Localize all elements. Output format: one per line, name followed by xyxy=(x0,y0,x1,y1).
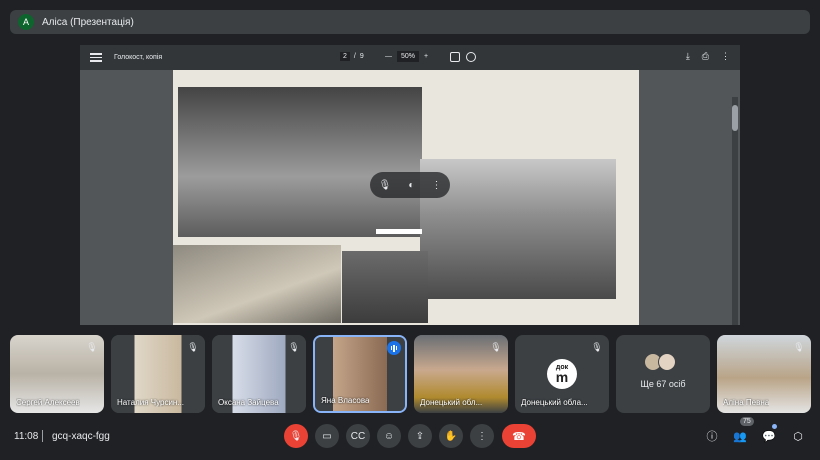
participant-tile[interactable]: 🎙 Сергей Алексеев xyxy=(10,335,104,413)
fit-page-icon[interactable] xyxy=(450,52,460,62)
mic-off-icon[interactable]: 🎙 xyxy=(379,180,392,191)
audio-icon[interactable]: ◐ xyxy=(408,180,414,191)
participant-tile-active-speaker[interactable]: Яна Власова xyxy=(313,335,407,413)
page-total: 9 xyxy=(359,53,364,60)
participant-name: Донецький обл... xyxy=(420,398,483,407)
participant-tile[interactable]: 🎙 Наталия Чурсин... xyxy=(111,335,205,413)
meeting-code: gcq-xaqc-fgg xyxy=(52,431,110,442)
participants-count: 75 xyxy=(740,417,754,426)
photo-railway xyxy=(173,245,341,323)
pdf-scroll-thumb[interactable] xyxy=(732,105,738,131)
rotate-icon[interactable] xyxy=(466,52,476,62)
captions-button[interactable]: CC xyxy=(346,424,370,448)
divider xyxy=(42,430,43,442)
mic-off-icon: 🎙 xyxy=(591,342,603,352)
menu-icon[interactable] xyxy=(90,53,102,62)
page-separator: / xyxy=(353,53,356,60)
participant-name: Аліна Певна xyxy=(723,398,770,407)
participant-name: Оксана Зайцева xyxy=(218,398,279,407)
tile-overlay-controls: 🎙 ◐ ⋮ xyxy=(370,172,450,198)
clock: 11:08 xyxy=(14,431,39,442)
present-button[interactable]: ⇪ xyxy=(408,424,432,448)
camera-toggle-button[interactable]: ▭ xyxy=(315,424,339,448)
more-participants-tile[interactable]: Ще 67 осіб xyxy=(616,335,710,413)
presenter-label: Аліса (Презентація) xyxy=(42,16,134,28)
reactions-button[interactable]: ☺ xyxy=(377,424,401,448)
mic-off-icon: 🎙 xyxy=(793,342,805,352)
info-icon[interactable]: ⓘ xyxy=(704,428,720,444)
avatar xyxy=(658,353,676,371)
chat-notification-dot xyxy=(772,424,777,429)
photo-deportation xyxy=(178,87,422,237)
people-icon[interactable]: 👥 xyxy=(732,428,748,444)
presenter-avatar: A xyxy=(18,14,34,30)
more-vert-icon[interactable]: ⋮ xyxy=(431,180,441,191)
pdf-title: Голокост, копія xyxy=(114,54,163,61)
download-icon[interactable]: ⤓ xyxy=(686,51,690,62)
chat-icon[interactable]: 💬 xyxy=(761,428,777,444)
photo-forced-labor xyxy=(420,159,616,299)
zoom-in-button[interactable]: + xyxy=(424,53,428,60)
mic-off-icon: 🎙 xyxy=(288,342,300,352)
participant-tile[interactable]: 🎙 Донецький обл... xyxy=(414,335,508,413)
pdf-toolbar: Голокост, копія 2 / 9 — 50% + ⤓ ⎙ ⋮ xyxy=(80,45,740,70)
zoom-out-button[interactable]: — xyxy=(385,53,392,60)
page-indicator: 2 / 9 xyxy=(340,52,364,61)
raise-hand-button[interactable]: ✋ xyxy=(439,424,463,448)
participant-name: Донецький обла... xyxy=(521,398,588,407)
speaking-indicator-icon xyxy=(387,341,401,355)
activities-icon[interactable]: ⬡ xyxy=(790,428,806,444)
photo-caption xyxy=(376,229,422,234)
participant-tile[interactable]: 🎙 Аліна Певна xyxy=(717,335,811,413)
photo-people xyxy=(342,251,428,323)
organization-logo: док m xyxy=(547,359,577,389)
participant-name: Яна Власова xyxy=(321,396,370,405)
presentation-area: Голокост, копія 2 / 9 — 50% + ⤓ ⎙ ⋮ 🎙 ◐ … xyxy=(80,45,740,325)
participant-name: Сергей Алексеев xyxy=(16,398,80,407)
participant-tile[interactable]: 🎙 Оксана Зайцева xyxy=(212,335,306,413)
zoom-value[interactable]: 50% xyxy=(397,51,420,62)
print-icon[interactable]: ⎙ xyxy=(702,51,709,62)
mic-toggle-button[interactable]: 🎙 xyxy=(284,424,308,448)
end-call-button[interactable]: ☎ xyxy=(502,424,536,448)
zoom-controls: — 50% + xyxy=(385,51,428,62)
participant-name: Наталия Чурсин... xyxy=(117,398,185,407)
participant-tile[interactable]: док m 🎙 Донецький обла... xyxy=(515,335,609,413)
pdf-actions: ⤓ ⎙ ⋮ xyxy=(686,51,730,62)
mic-off-icon: 🎙 xyxy=(490,342,502,352)
presenter-bar[interactable]: A Аліса (Презентація) xyxy=(10,10,810,34)
avatar-stack xyxy=(644,353,676,371)
more-participants-label: Ще 67 осіб xyxy=(640,379,686,389)
page-input[interactable]: 2 xyxy=(340,52,350,61)
mic-off-icon: 🎙 xyxy=(86,342,98,352)
mic-off-icon: 🎙 xyxy=(187,342,199,352)
pdf-scrollbar[interactable] xyxy=(732,97,738,325)
more-options-button[interactable]: ⋮ xyxy=(470,424,494,448)
more-vert-icon[interactable]: ⋮ xyxy=(721,51,730,62)
